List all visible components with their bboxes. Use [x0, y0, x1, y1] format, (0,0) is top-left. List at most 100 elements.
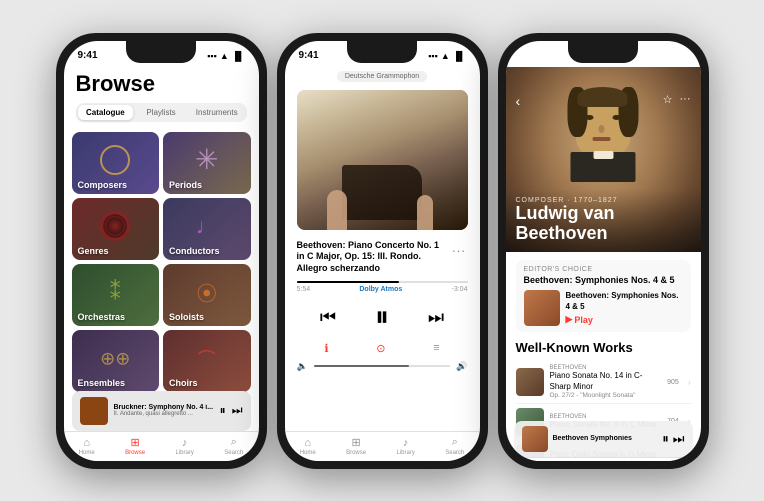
- conductors-icon: ♩: [196, 213, 218, 239]
- tile-choirs-label: Choirs: [163, 374, 204, 392]
- tile-composers[interactable]: Composers: [72, 132, 160, 194]
- work-art-0: [516, 368, 544, 396]
- np-source-label: Deutsche Grammophon: [337, 71, 427, 82]
- artist-favorite-icon[interactable]: ☆: [663, 93, 673, 106]
- nav-search-1[interactable]: ⌕ Search: [224, 436, 243, 456]
- artist-more-button[interactable]: ···: [680, 93, 691, 105]
- nav-library-label-1: Library: [176, 450, 194, 456]
- work-chevron-0: ›: [688, 378, 691, 387]
- mp-pause-icon-3[interactable]: ⏸: [662, 431, 669, 447]
- phone-nowplaying: 9:41 ▪▪▪ ▲ ▐▌ Deutsche Grammophon DG: [277, 33, 488, 469]
- status-time-2: 9:41: [299, 50, 319, 61]
- ec-art: [524, 290, 560, 326]
- mini-player-3[interactable]: Beethoven Symphonies ⏸ ⏭: [514, 421, 693, 457]
- ensembles-icon: ⊕⊕: [100, 348, 130, 369]
- ec-play-icon: ▶: [566, 314, 573, 325]
- home-icon-2: ⌂: [304, 437, 311, 449]
- nav-home-2[interactable]: ⌂ Home: [300, 437, 316, 456]
- ec-album-title: Beethoven: Symphonies Nos. 4 & 5: [566, 291, 683, 312]
- mp-info-3: Beethoven Symphonies: [553, 435, 658, 442]
- nav-browse-label-2: Browse: [346, 450, 366, 456]
- tile-ensembles-label: Ensembles: [72, 374, 132, 392]
- mp-controls-3: ⏸ ⏭: [662, 431, 684, 447]
- notch-1: [126, 41, 196, 63]
- tile-choirs[interactable]: ⌒ Choirs: [163, 330, 251, 392]
- np-airplay-icon[interactable]: ⊙: [376, 342, 385, 355]
- home-icon-1: ⌂: [83, 437, 90, 449]
- work-info-0: BEETHOVEN Piano Sonata No. 14 in C-Sharp…: [550, 365, 662, 399]
- search-icon-1: ⌕: [231, 436, 237, 449]
- tile-soloists[interactable]: ⦿ Soloists: [163, 264, 251, 326]
- bottom-nav-3: ⌂ Home ⊞ Browse ♪ Library ⌕ Search: [506, 457, 701, 461]
- np-more-button[interactable]: ···: [450, 240, 468, 260]
- ec-play-button[interactable]: ▶ Play: [566, 314, 593, 325]
- mini-player-1[interactable]: Bruckner: Symphony No. 4 i... II. Andant…: [72, 391, 251, 431]
- artist-back-button[interactable]: ‹: [516, 93, 521, 109]
- volume-low-icon: 🔈: [297, 361, 308, 372]
- np-info-icon[interactable]: ℹ: [324, 342, 328, 355]
- battery-icon-3: ▐▌: [674, 51, 687, 61]
- nav-library-2[interactable]: ♪ Library: [397, 437, 415, 456]
- np-volume-control: 🔈 🔊: [285, 359, 480, 374]
- ec-label: EDITOR'S CHOICE: [524, 266, 683, 273]
- artist-hero-overlay: COMPOSER · 1770–1827 Ludwig van Beethove…: [506, 189, 701, 252]
- work-item-0[interactable]: BEETHOVEN Piano Sonata No. 14 in C-Sharp…: [516, 361, 691, 404]
- nav-browse-label-1: Browse: [125, 450, 145, 456]
- tile-orchestras[interactable]: ⁑ Orchestras: [72, 264, 160, 326]
- mini-player-info-1: Bruckner: Symphony No. 4 i... II. Andant…: [114, 404, 214, 417]
- tile-ensembles[interactable]: ⊕⊕ Ensembles: [72, 330, 160, 392]
- np-bottom-icons: ℹ ⊙ ≡: [285, 338, 480, 359]
- np-progress-bar[interactable]: [297, 281, 468, 283]
- np-rewind-button[interactable]: ⏮: [320, 307, 336, 328]
- browse-header: Browse Catalogue Playlists Instruments: [64, 67, 259, 126]
- tab-instruments[interactable]: Instruments: [189, 105, 245, 120]
- tile-periods[interactable]: ✳ Periods: [163, 132, 251, 194]
- status-time-1: 9:41: [78, 50, 98, 61]
- tile-composers-label: Composers: [72, 176, 134, 194]
- tile-conductors[interactable]: ♩ Conductors: [163, 198, 251, 260]
- tile-periods-label: Periods: [163, 176, 208, 194]
- tile-soloists-label: Soloists: [163, 308, 210, 326]
- nav-home-label-1: Home: [79, 450, 95, 456]
- signal-icon-3: ▪▪▪: [649, 51, 659, 61]
- tab-catalogue[interactable]: Catalogue: [78, 105, 134, 120]
- battery-icon-2: ▐▌: [453, 51, 466, 61]
- tab-playlists[interactable]: Playlists: [133, 105, 189, 120]
- notch-2: [347, 41, 417, 63]
- mp-next-icon-3[interactable]: ⏭: [673, 431, 685, 447]
- np-play-pause-button[interactable]: ⏸: [375, 301, 389, 334]
- mp-art-3: [522, 426, 548, 452]
- tile-genres[interactable]: Genres: [72, 198, 160, 260]
- search-icon-2: ⌕: [452, 436, 458, 449]
- nav-library-1[interactable]: ♪ Library: [176, 437, 194, 456]
- nav-home-label-2: Home: [300, 450, 316, 456]
- np-time-elapsed: 5:54: [297, 286, 311, 293]
- signal-icon-2: ▪▪▪: [428, 51, 438, 61]
- periods-icon: ✳: [195, 146, 218, 174]
- mini-player-title-1: Bruckner: Symphony No. 4 i...: [114, 404, 214, 411]
- np-progress-times: 5:54 Dolby Atmos -3:04: [297, 286, 468, 293]
- well-known-title: Well-Known Works: [516, 340, 691, 355]
- nav-search-label-1: Search: [224, 450, 243, 456]
- mini-next-icon-1[interactable]: ⏭: [232, 403, 243, 418]
- np-forward-button[interactable]: ⏭: [428, 307, 444, 328]
- nav-search-2[interactable]: ⌕ Search: [445, 436, 464, 456]
- np-dolby-label: Dolby Atmos: [359, 286, 402, 293]
- nav-home-1[interactable]: ⌂ Home: [79, 437, 95, 456]
- work-sub-0: Op. 27/2 - "Moonlight Sonata": [550, 392, 662, 399]
- artist-name: Ludwig van Beethoven: [516, 204, 691, 244]
- np-artwork-img: DG: [297, 90, 468, 230]
- nav-library-label-2: Library: [397, 450, 415, 456]
- mp-title-3: Beethoven Symphonies: [553, 435, 658, 442]
- np-volume-fill: [314, 365, 410, 367]
- mini-player-controls-1: ⏸ ⏭: [220, 403, 243, 418]
- nav-browse-2[interactable]: ⊞ Browse: [346, 436, 366, 456]
- artist-screen: COMPOSER · 1770–1827 Ludwig van Beethove…: [506, 67, 701, 461]
- np-artwork: DG: [297, 90, 468, 230]
- mini-pause-icon-1[interactable]: ⏸: [220, 403, 226, 418]
- wifi-icon-2: ▲: [441, 51, 450, 61]
- np-queue-icon[interactable]: ≡: [433, 342, 439, 355]
- nav-browse-1[interactable]: ⊞ Browse: [125, 436, 145, 456]
- np-controls: ⏮ ⏸ ⏭: [285, 297, 480, 338]
- np-volume-bar[interactable]: [314, 365, 451, 367]
